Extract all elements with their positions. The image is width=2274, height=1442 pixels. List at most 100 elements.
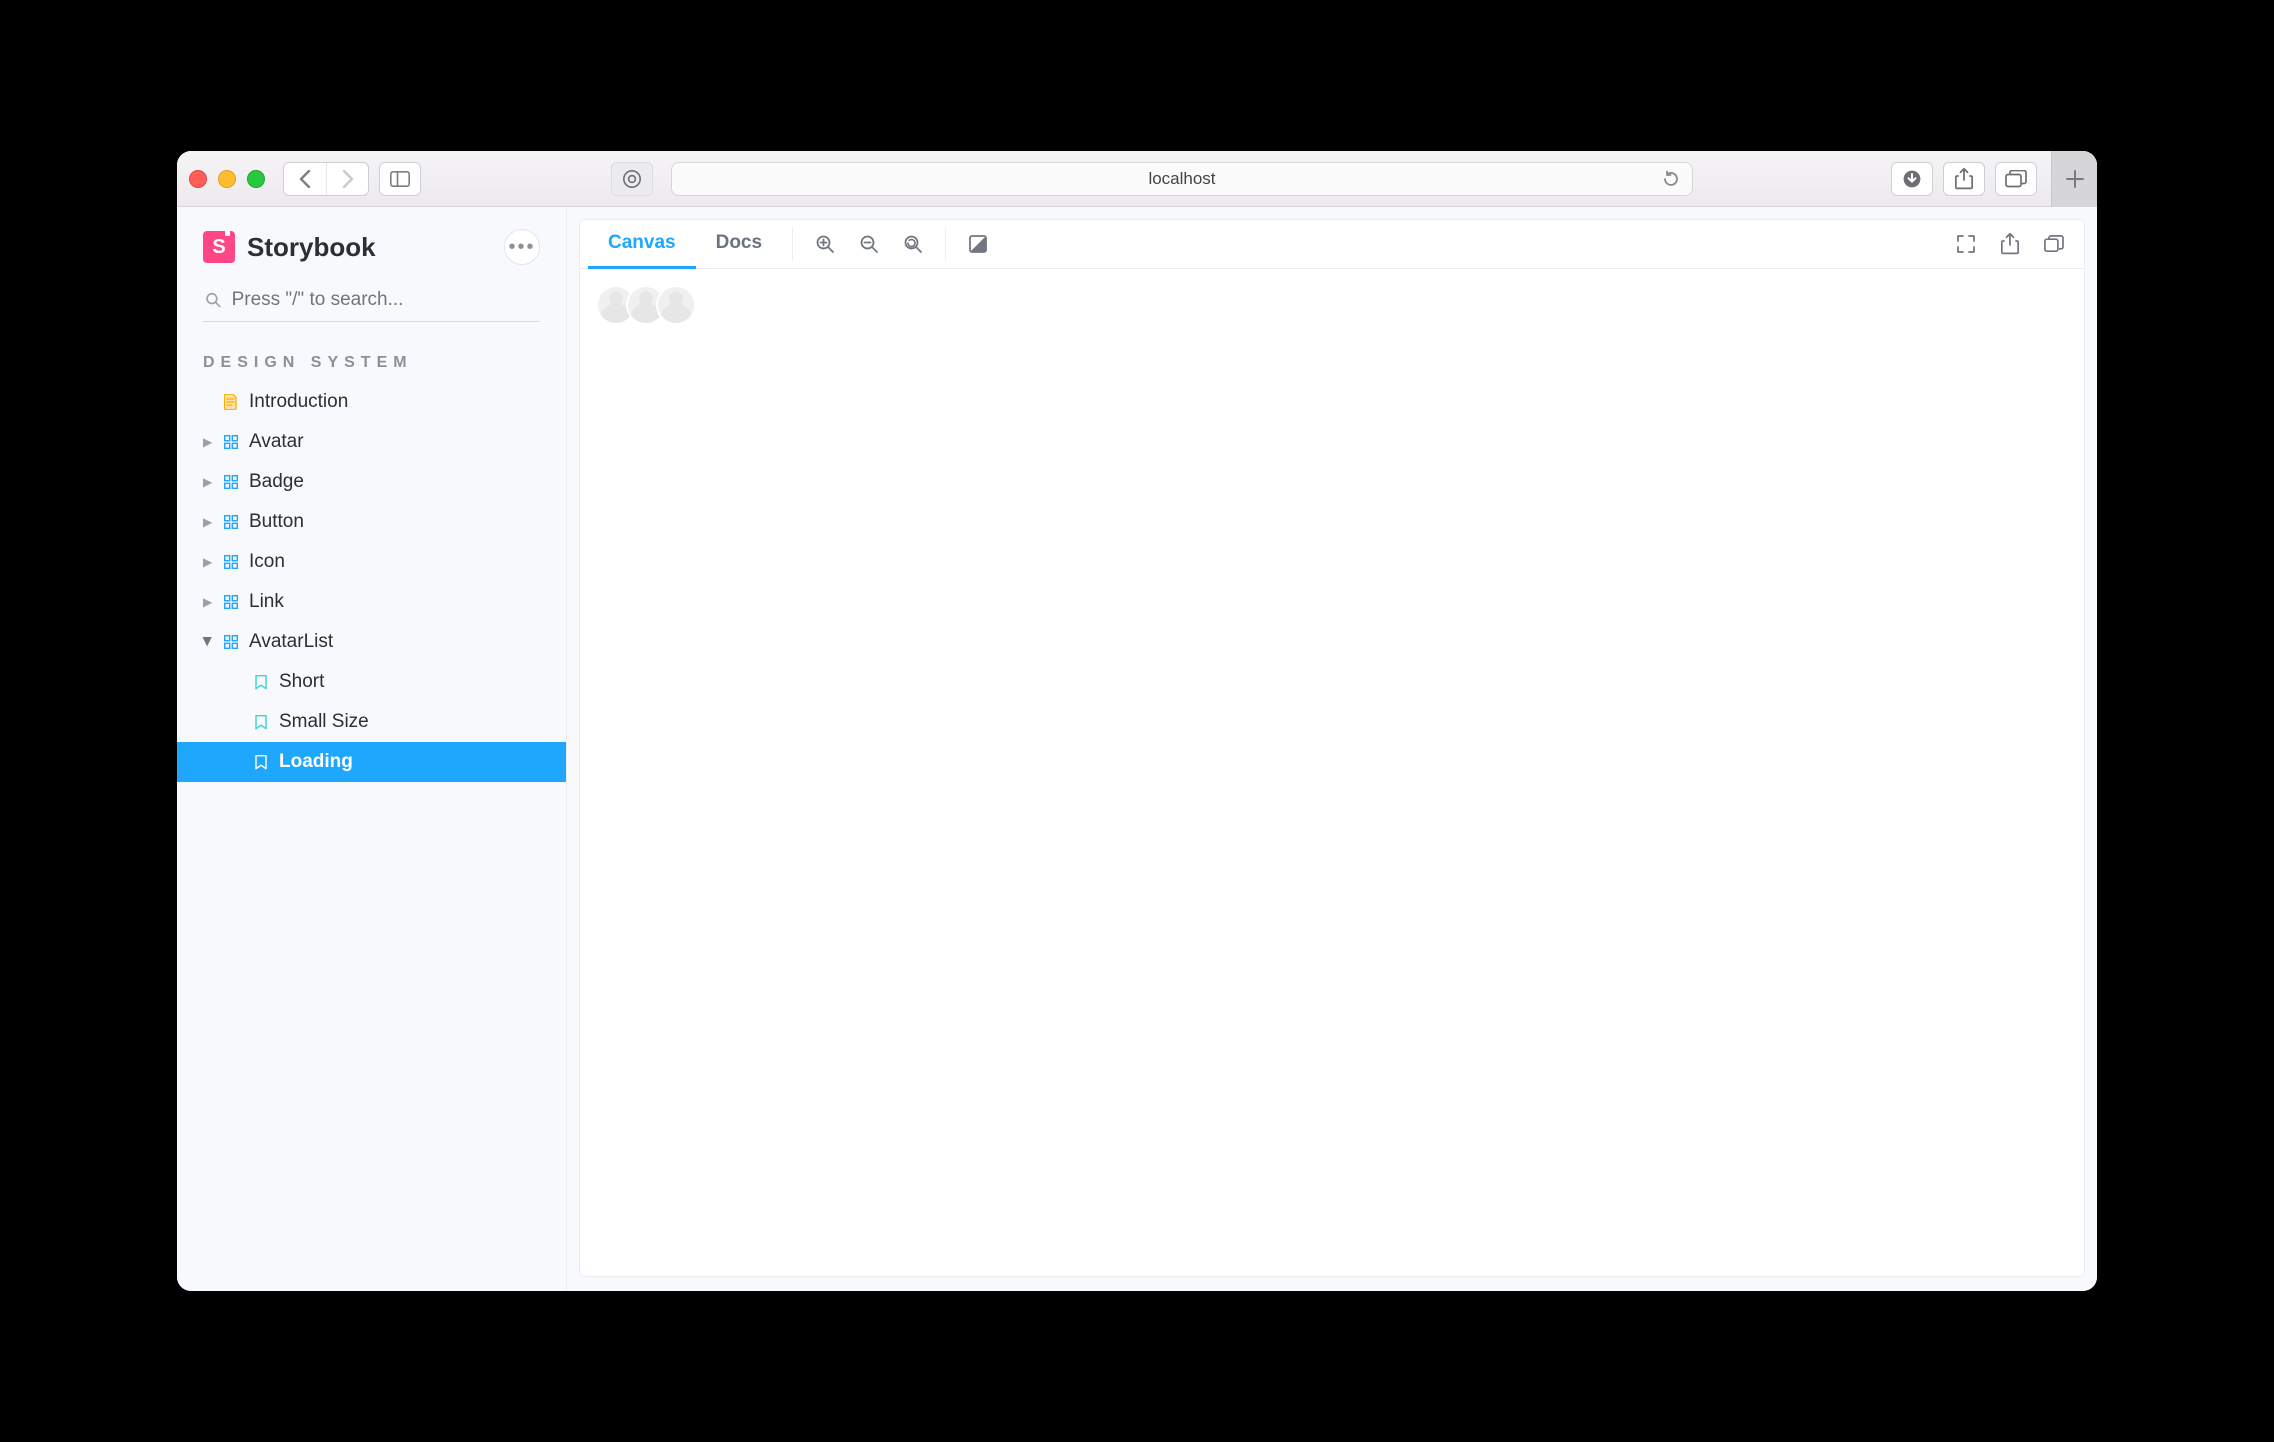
avatar-skeleton [656,285,696,325]
close-window-button[interactable] [189,170,207,188]
brand-name: Storybook [247,232,376,263]
nav-back-button[interactable] [284,163,326,195]
safari-titlebar: localhost [177,151,2097,207]
nav-label: Loading [279,751,353,773]
nav-story-short[interactable]: ▶ Short [177,662,566,702]
tab-docs[interactable]: Docs [696,220,782,269]
share-button[interactable] [1943,162,1985,196]
tab-label: Docs [716,232,762,254]
zoom-window-button[interactable] [247,170,265,188]
nav-item-link[interactable]: ▶ Link [177,582,566,622]
storybook-logo-icon: S [203,231,235,263]
plus-icon [2065,169,2085,189]
divider [945,228,946,260]
zoom-out-icon [859,234,879,254]
component-icon [223,555,239,569]
component-icon [223,595,239,609]
nav-label: Link [249,591,284,613]
contrast-icon [969,235,987,253]
background-toggle-button[interactable] [956,220,1000,268]
nav-item-avatar[interactable]: ▶ Avatar [177,422,566,462]
component-icon [223,435,239,449]
zoom-reset-icon [903,234,923,254]
share-icon [1955,168,1973,190]
copy-link-button[interactable] [2032,220,2076,268]
bookmark-icon [253,675,269,690]
sidebar: S Storybook ••• DESIGN SYSTEM ▶ [177,207,567,1291]
preview-tabs: Canvas Docs [588,220,782,268]
sidebar-menu-button[interactable]: ••• [504,229,540,265]
zoom-out-button[interactable] [847,220,891,268]
caret-down-icon: ▶ [201,637,215,647]
url-text: localhost [1148,169,1215,189]
nav-item-button[interactable]: ▶ Button [177,502,566,542]
caret-icon: ▶ [203,595,213,609]
nav-label: Small Size [279,711,369,733]
avatar-list-loading [596,285,2068,325]
show-tabs-button[interactable] [1995,162,2037,196]
traffic-lights [189,170,265,188]
divider [792,228,793,260]
nav-forward-button[interactable] [326,163,368,195]
nav-story-loading[interactable]: ▶ Loading [177,742,566,782]
preview-canvas [579,269,2085,1277]
nav-label: Button [249,511,304,533]
nav-label: AvatarList [249,631,333,653]
zoom-reset-button[interactable] [891,220,935,268]
nav-back-forward [283,162,369,196]
download-icon [1902,169,1922,189]
address-bar[interactable]: localhost [671,162,1693,196]
tabs-icon [2005,170,2027,188]
search-icon [205,291,222,309]
shield-icon [622,169,642,189]
privacy-report-button[interactable] [611,162,653,196]
caret-icon: ▶ [203,435,213,449]
bookmark-icon [253,755,269,770]
caret-icon: ▶ [203,475,213,489]
nav-label: Introduction [249,391,348,413]
nav-story-small-size[interactable]: ▶ Small Size [177,702,566,742]
ellipsis-icon: ••• [508,236,535,259]
copy-icon [2044,235,2064,253]
fullscreen-button[interactable] [1944,220,1988,268]
reload-icon [1662,170,1680,188]
minimize-window-button[interactable] [218,170,236,188]
nav-label: Avatar [249,431,304,453]
component-icon [223,475,239,489]
new-tab-button[interactable] [2051,151,2097,207]
nav-tree: ▶ Introduction ▶ Avatar ▶ [177,382,566,782]
open-new-tab-button[interactable] [1988,220,2032,268]
chevron-right-icon [341,170,355,188]
reload-button[interactable] [1662,170,1680,188]
search-field[interactable] [203,283,540,322]
caret-icon: ▶ [203,555,213,569]
safari-window: localhost [177,151,2097,1291]
bookmark-icon [253,715,269,730]
sidebar-icon [390,171,410,187]
nav-item-badge[interactable]: ▶ Badge [177,462,566,502]
nav-item-icon[interactable]: ▶ Icon [177,542,566,582]
share-icon [2001,233,2019,255]
component-icon [223,635,239,649]
nav-item-introduction[interactable]: ▶ Introduction [177,382,566,422]
tab-canvas[interactable]: Canvas [588,220,696,269]
nav-label: Icon [249,551,285,573]
chevron-left-icon [298,170,312,188]
nav-label: Badge [249,471,304,493]
storybook-app: S Storybook ••• DESIGN SYSTEM ▶ [177,207,2097,1291]
zoom-in-icon [815,234,835,254]
preview-toolbar: Canvas Docs [579,219,2085,269]
section-title: DESIGN SYSTEM [177,342,566,382]
component-icon [223,515,239,529]
tab-label: Canvas [608,232,676,254]
nav-label: Short [279,671,324,693]
nav-item-avatarlist[interactable]: ▶ AvatarList [177,622,566,662]
content: Canvas Docs [567,207,2097,1291]
zoom-in-button[interactable] [803,220,847,268]
show-sidebar-button[interactable] [379,162,421,196]
search-input[interactable] [232,289,538,311]
downloads-button[interactable] [1891,162,1933,196]
caret-icon: ▶ [203,515,213,529]
fullscreen-icon [1956,234,1976,254]
brand[interactable]: S Storybook [203,231,376,263]
